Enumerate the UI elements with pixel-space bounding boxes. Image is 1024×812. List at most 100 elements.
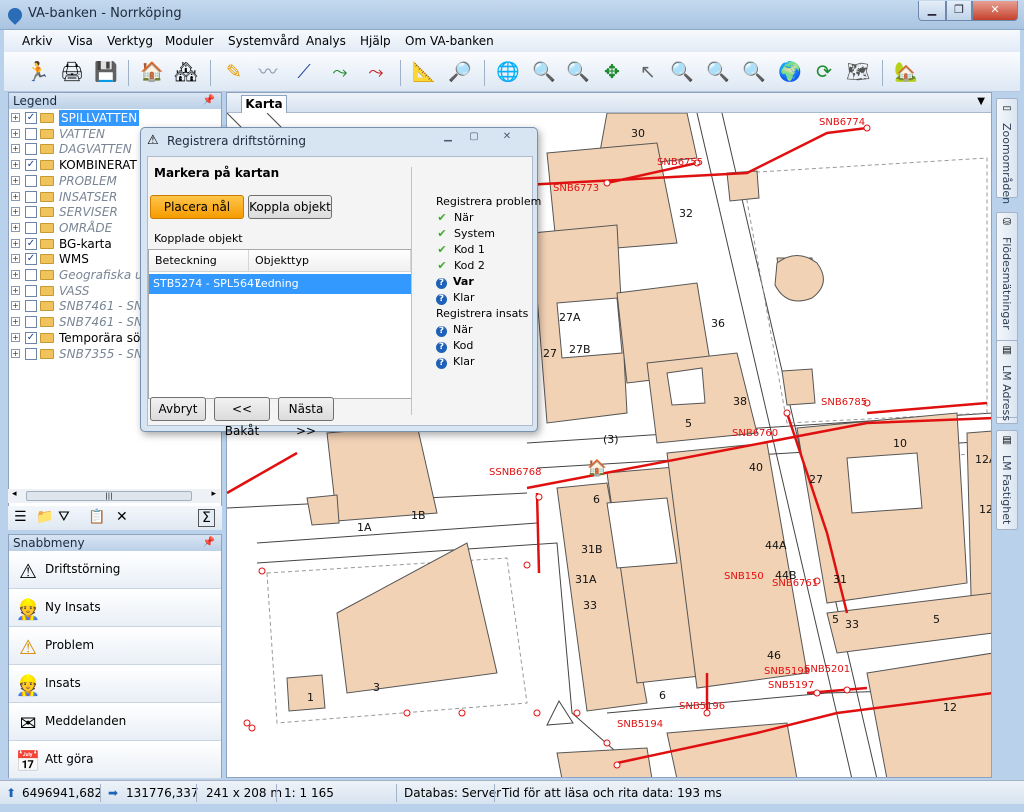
koppla-objekt-button[interactable]: Koppla objekt (248, 195, 332, 219)
column-header-beteckning[interactable]: Beteckning (149, 250, 249, 272)
snabb-att-gora[interactable]: 📅 Att göra (9, 742, 221, 779)
layer-checkbox[interactable] (25, 300, 37, 313)
pen-icon[interactable]: ✎ (220, 58, 248, 86)
expand-icon[interactable]: + (11, 144, 20, 154)
pin-icon[interactable]: 📌 (203, 93, 215, 109)
scrollbar-thumb[interactable]: ||| (26, 491, 192, 501)
layer-checkbox[interactable] (25, 316, 37, 329)
save-icon[interactable]: 💾 (92, 58, 120, 86)
polyline-icon[interactable]: ⟋ (290, 58, 318, 86)
zoom-globe-icon[interactable]: 🌐 (494, 58, 522, 86)
layer-properties-icon[interactable]: 📋 (88, 509, 105, 525)
draw-line-icon[interactable]: 〰 (254, 58, 282, 86)
menu-arkiv[interactable]: Arkiv (22, 34, 53, 48)
pan-icon[interactable]: ✥ (598, 58, 626, 86)
avbryt-button[interactable]: Avbryt (150, 397, 206, 421)
refresh-icon[interactable]: ⟳ (810, 58, 838, 86)
layer-checkbox[interactable] (25, 221, 37, 234)
layer-checkbox[interactable]: ✓ (25, 253, 37, 266)
snabb-insats[interactable]: 👷 Insats (9, 666, 221, 703)
snabb-ny-insats[interactable]: 👷 Ny Insats (9, 590, 221, 627)
measure-icon[interactable]: 📐 (410, 58, 438, 86)
layer-checkbox[interactable] (25, 174, 37, 187)
layer-checkbox[interactable] (25, 284, 37, 297)
tab-dropdown-icon[interactable]: ▼ (977, 96, 985, 107)
expand-icon[interactable]: + (11, 270, 20, 279)
layer-checkbox[interactable] (25, 127, 37, 140)
zoom-previous-icon[interactable]: 🔍 (668, 58, 696, 86)
nasta-button[interactable]: Nästa >> (278, 397, 334, 438)
dialog-minimize-button[interactable]: ▁ (435, 129, 461, 145)
zoom-out-icon[interactable]: 🔍 (564, 58, 592, 86)
menu-systemvard[interactable]: Systemvård (228, 34, 300, 48)
globe-info-icon[interactable]: 🌍 (776, 58, 804, 86)
tab-karta[interactable]: Karta (241, 95, 287, 113)
menu-moduler[interactable]: Moduler (165, 34, 214, 48)
close-button[interactable]: ✕ (972, 1, 1018, 21)
layer-checkbox[interactable]: ✓ (25, 159, 37, 172)
expand-icon[interactable]: + (11, 332, 20, 342)
expand-icon[interactable]: + (11, 128, 20, 138)
folder-view-icon[interactable]: 📁 (36, 509, 53, 525)
expand-icon[interactable]: + (11, 160, 20, 170)
legend-item[interactable]: + ✓ SPILLVATTEN (9, 110, 221, 126)
dialog-maximize-button[interactable]: ▢ (461, 129, 487, 145)
menu-analys[interactable]: Analys (306, 34, 346, 48)
expand-icon[interactable]: + (11, 301, 20, 311)
expand-icon[interactable]: + (11, 317, 20, 327)
globe-search-icon[interactable]: 🔎 (446, 58, 474, 86)
layer-checkbox[interactable]: ✓ (25, 112, 37, 124)
menu-hjalp[interactable]: Hjälp (360, 34, 391, 48)
expand-icon[interactable]: + (11, 175, 20, 185)
exit-runner-icon[interactable]: 🏃 (24, 58, 52, 86)
house-icon[interactable]: 🏠 (138, 58, 166, 86)
legend-horizontal-scrollbar[interactable]: ◂ ||| ▸ (8, 489, 220, 503)
layer-checkbox[interactable] (25, 143, 37, 156)
menu-verktyg[interactable]: Verktyg (107, 34, 153, 48)
tab-lm-adress[interactable]: ▤ LM Adress (996, 340, 1018, 421)
delete-layer-icon[interactable]: ✕ (116, 509, 128, 525)
print-icon[interactable]: 🖨 (58, 58, 86, 86)
dialog-close-button[interactable]: ✕ (487, 129, 527, 145)
pointer-icon[interactable]: ↖ (634, 58, 662, 86)
expand-icon[interactable]: + (11, 207, 20, 217)
minimize-button[interactable]: ▁ (918, 1, 946, 21)
column-header-objekttyp[interactable]: Objekttyp (249, 250, 411, 272)
layer-checkbox[interactable]: ✓ (25, 331, 37, 344)
table-row[interactable]: STB5274 - SPL5647 Ledning (149, 274, 411, 294)
snabb-meddelanden[interactable]: ✉ Meddelanden (9, 704, 221, 741)
layer-checkbox[interactable] (25, 206, 37, 219)
expand-icon[interactable]: + (11, 113, 20, 122)
remove-vertex-icon[interactable]: ⤳ (362, 58, 390, 86)
menu-om[interactable]: Om VA-banken (405, 34, 494, 48)
expand-icon[interactable]: + (11, 222, 20, 232)
zoom-extent-icon[interactable]: 🔍 (740, 58, 768, 86)
add-vertex-icon[interactable]: ⤳ (326, 58, 354, 86)
layer-checkbox[interactable] (25, 190, 37, 203)
snabb-problem[interactable]: ⚠ Problem (9, 628, 221, 665)
snabb-driftstorning[interactable]: ⚠ Driftstörning (9, 552, 221, 589)
pin-icon[interactable]: 📌 (203, 535, 215, 551)
placera-nal-button[interactable]: Placera nål (150, 195, 244, 219)
layer-checkbox[interactable] (25, 347, 37, 360)
maximize-button[interactable]: ❐ (946, 1, 972, 21)
expand-icon[interactable]: + (11, 285, 20, 295)
menu-visa[interactable]: Visa (68, 34, 93, 48)
zoom-next-icon[interactable]: 🔍 (704, 58, 732, 86)
layer-checkbox[interactable] (25, 269, 37, 281)
bakat-button[interactable]: << Bakåt (214, 397, 270, 438)
layer-checkbox[interactable]: ✓ (25, 237, 37, 250)
list-view-icon[interactable]: ☰ (14, 509, 27, 525)
expand-icon[interactable]: + (11, 348, 20, 358)
house-settings-icon[interactable]: 🏘 (172, 58, 200, 86)
sum-icon[interactable]: Σ (198, 509, 215, 527)
expand-icon[interactable]: + (11, 191, 20, 201)
expand-icon[interactable]: + (11, 238, 20, 248)
map-layer-icon[interactable]: 🗺 (844, 58, 872, 86)
filter-icon[interactable]: ⛛ (58, 509, 70, 525)
tab-zoomomraden[interactable]: ▭ Zoomområden (996, 98, 1018, 204)
expand-icon[interactable]: + (11, 254, 20, 264)
zoom-in-icon[interactable]: 🔍 (530, 58, 558, 86)
tab-lm-fastighet[interactable]: ▤ LM Fastighet (996, 430, 1018, 530)
house-map-icon[interactable]: 🏡 (892, 58, 920, 86)
